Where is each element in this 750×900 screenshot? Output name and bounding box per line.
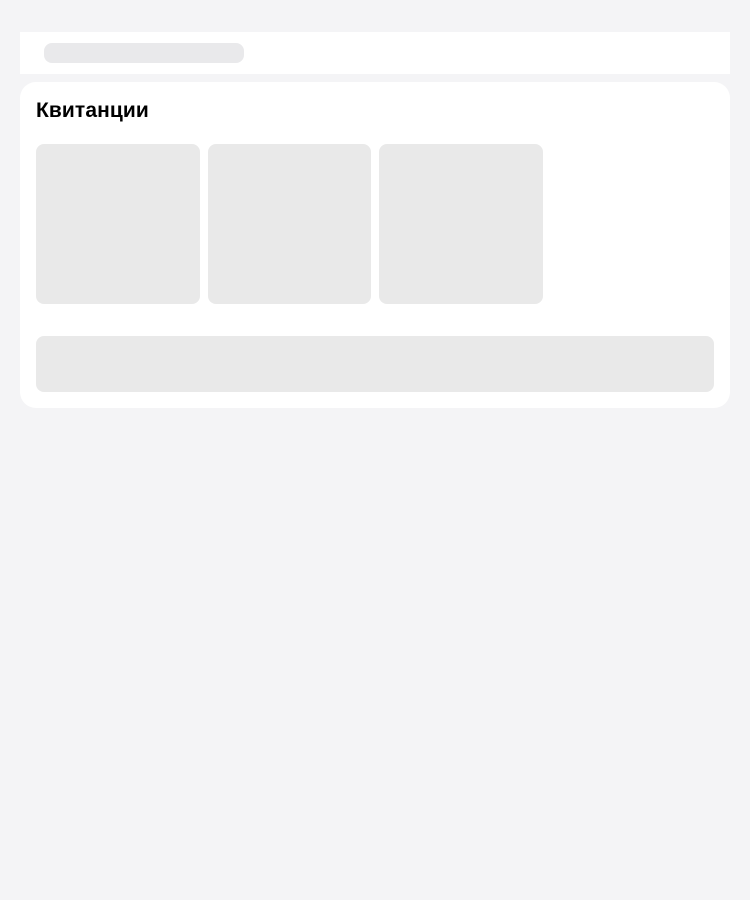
receipt-tile-loading-placeholder (379, 144, 543, 304)
receipt-tile-loading-placeholder (208, 144, 371, 304)
section-title: Квитанции (36, 99, 149, 122)
title-loading-placeholder (44, 43, 244, 63)
receipt-tiles-list (36, 144, 543, 304)
receipts-card: Квитанции (20, 82, 730, 408)
top-bar (20, 32, 730, 74)
action-bar-loading-placeholder (36, 336, 714, 392)
receipt-tile-loading-placeholder (36, 144, 200, 304)
